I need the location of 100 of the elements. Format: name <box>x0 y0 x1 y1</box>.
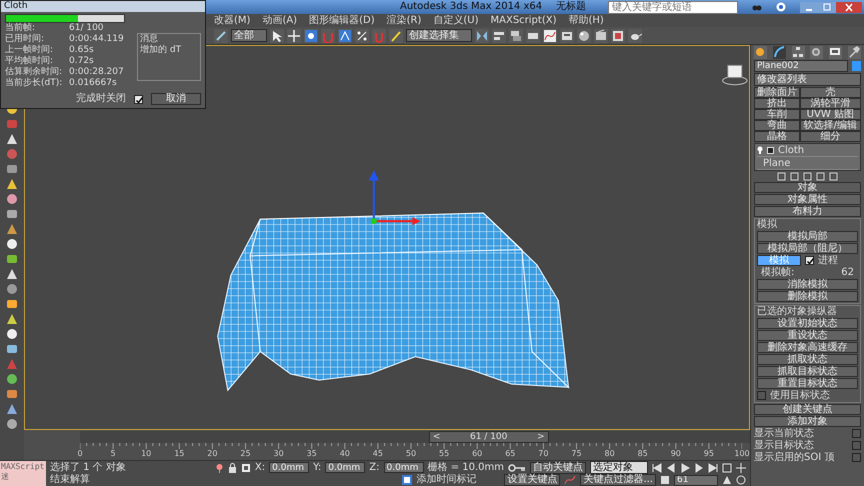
utilities-tab-icon[interactable] <box>848 46 861 59</box>
modifier-button[interactable]: 细分 <box>800 131 861 142</box>
lock-icon[interactable] <box>228 462 237 472</box>
panel-button[interactable]: 模拟局部（阻尼） <box>757 243 858 254</box>
panel-button[interactable]: 删除模拟 <box>757 291 858 302</box>
frame-slider-thumb[interactable]: < 61 / 100 > <box>428 431 549 443</box>
percent-snap-icon[interactable] <box>355 28 369 42</box>
menu-item[interactable]: 渲染(R) <box>386 14 422 26</box>
key-mode-dropdown[interactable]: 选定对象 <box>590 461 648 474</box>
tool-icon[interactable] <box>6 133 18 145</box>
stack-item[interactable]: Plane <box>763 158 790 168</box>
checkbox[interactable] <box>852 453 861 462</box>
close-icon[interactable] <box>836 2 862 12</box>
coordinate-field[interactable]: 0.0mm <box>269 462 310 473</box>
field-of-view-icon[interactable] <box>722 475 732 485</box>
panel-button[interactable]: 重设状态 <box>757 330 858 341</box>
selection-filter-dropdown[interactable]: 全部 <box>231 29 267 42</box>
time-tag-icon[interactable] <box>402 475 412 485</box>
curve-editor-icon[interactable] <box>543 28 557 42</box>
maxscript-listener-field[interactable]: MAXScript 迷 <box>0 461 46 486</box>
previous-frame-arrow[interactable]: < <box>432 432 440 442</box>
panel-button[interactable]: 创建关键点 <box>754 404 861 415</box>
next-frame-arrow[interactable]: > <box>537 432 545 442</box>
object-color-swatch[interactable] <box>852 61 861 71</box>
viewport[interactable] <box>24 45 750 430</box>
modifier-button[interactable]: UVW 贴图 <box>800 109 861 120</box>
current-frame-field[interactable]: 61 <box>674 474 718 486</box>
tool-icon[interactable] <box>6 238 18 250</box>
panel-button[interactable]: 重置目标状态 <box>757 378 858 389</box>
panel-button[interactable]: 抓取状态 <box>757 354 858 365</box>
modifier-button[interactable]: 删除面片 <box>754 87 800 98</box>
pan-icon[interactable] <box>736 462 746 472</box>
checkbox[interactable] <box>805 256 814 265</box>
menu-item[interactable]: 图形编辑器(D) <box>309 14 375 26</box>
panel-button[interactable]: 删除对象高速缓存 <box>757 342 858 353</box>
move-icon[interactable] <box>287 28 301 42</box>
named-selection-dropdown[interactable]: 创建选择集 <box>406 29 472 42</box>
panel-button[interactable]: 添加对象 <box>754 416 861 427</box>
play-icon[interactable] <box>680 462 690 472</box>
panel-button[interactable]: 对象属性 <box>754 194 861 205</box>
move-gizmo-drawing[interactable] <box>368 170 420 226</box>
time-tag-label[interactable]: 添加时间标记 <box>416 474 476 486</box>
create-tab-icon[interactable] <box>754 46 767 59</box>
hierarchy-tab-icon[interactable] <box>792 46 805 59</box>
make-unique-icon[interactable] <box>803 172 812 181</box>
help-icon[interactable] <box>776 2 786 12</box>
curve-icon[interactable] <box>564 475 576 485</box>
key-icon[interactable] <box>508 464 526 472</box>
object-name-field[interactable]: Plane002 <box>754 60 848 72</box>
tool-icon[interactable] <box>6 268 18 280</box>
checkbox[interactable] <box>852 429 861 438</box>
stack-item[interactable]: Cloth <box>778 144 804 156</box>
checkbox[interactable] <box>852 441 861 450</box>
layers-icon[interactable] <box>509 28 523 42</box>
menu-item[interactable]: 动画(A) <box>262 14 298 26</box>
remove-modifier-icon[interactable] <box>816 172 825 181</box>
modifier-button[interactable]: 软选择/编辑 <box>800 120 861 131</box>
menu-item[interactable]: 帮助(H) <box>568 14 604 26</box>
tool-icon[interactable] <box>6 343 18 355</box>
expand-icon[interactable] <box>767 146 774 154</box>
next-frame-icon[interactable] <box>694 462 704 472</box>
modifier-button[interactable]: 车削 <box>754 109 800 120</box>
maximize-icon[interactable] <box>818 2 836 12</box>
show-result-icon[interactable] <box>790 172 799 181</box>
menu-item[interactable]: MAXScript(X) <box>490 14 556 26</box>
tool-icon[interactable] <box>6 178 18 190</box>
go-to-start-icon[interactable] <box>652 462 662 472</box>
checkbox[interactable] <box>134 94 143 104</box>
modifier-button[interactable]: 壳 <box>800 87 861 98</box>
angle-snap-icon[interactable] <box>338 28 352 42</box>
menu-item[interactable]: 改器(M) <box>214 14 250 26</box>
teapot-icon[interactable] <box>628 28 642 42</box>
menu-item[interactable]: 自定义(U) <box>433 14 478 26</box>
material-editor-icon[interactable] <box>577 28 591 42</box>
select-icon[interactable] <box>270 28 284 42</box>
cancel-button[interactable]: 取消 <box>151 93 201 105</box>
tool-icon[interactable] <box>6 313 18 325</box>
coordinate-field[interactable]: 0.0mm <box>325 462 366 473</box>
timeline-ruler[interactable] <box>80 443 742 451</box>
tool-icon[interactable] <box>6 328 18 340</box>
panel-button[interactable]: 消除模拟 <box>757 279 858 290</box>
key-filters-button[interactable]: 关键点过滤器... <box>580 474 656 486</box>
tool-icon[interactable] <box>6 298 18 310</box>
rollout-header[interactable]: 对象 <box>754 182 861 193</box>
align-icon[interactable] <box>492 28 506 42</box>
configure-icon[interactable] <box>829 172 838 181</box>
rendered-frame-icon[interactable] <box>611 28 625 42</box>
panel-button[interactable]: 抓取目标状态 <box>757 366 858 377</box>
pin-icon[interactable] <box>777 172 786 181</box>
modifier-stack-list[interactable]: Cloth Plane <box>754 143 861 171</box>
auto-key-button[interactable]: 自动关键点 <box>530 462 586 474</box>
checkbox[interactable] <box>757 391 766 400</box>
panel-button[interactable]: 模拟局部 <box>757 231 858 242</box>
mirror-icon[interactable] <box>475 28 489 42</box>
set-key-button[interactable]: 设置关键点 <box>504 474 560 486</box>
coordinate-field[interactable]: 0.0mm <box>384 462 424 473</box>
edit-named-selection-icon[interactable] <box>389 28 403 42</box>
panel-button[interactable]: 设置初始状态 <box>757 318 858 329</box>
panel-button[interactable]: 布料力 <box>754 206 861 217</box>
modifier-button[interactable]: 弯曲 <box>754 120 800 131</box>
